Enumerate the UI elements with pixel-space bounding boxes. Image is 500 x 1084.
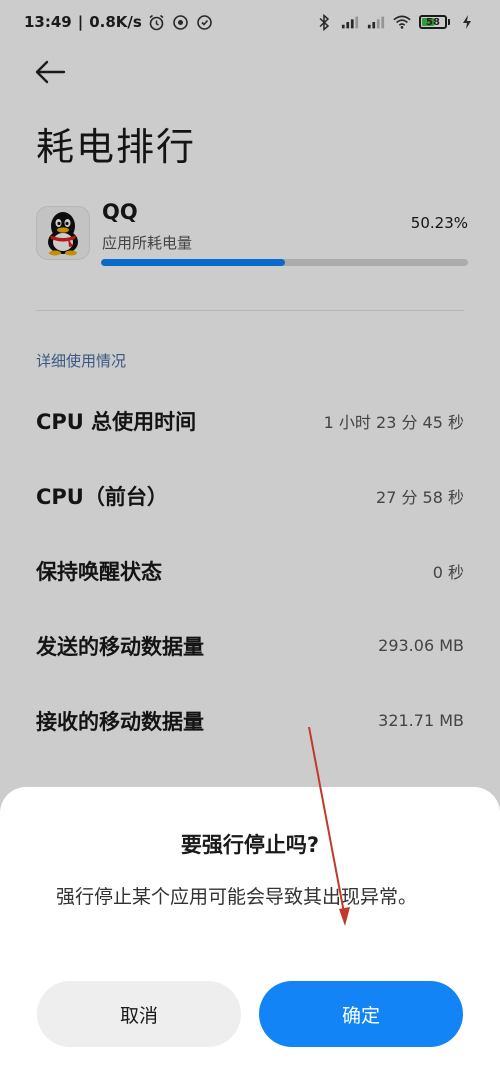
confirm-button[interactable]: 确定 — [259, 981, 463, 1047]
power-usage-screen: 13:49 | 0.8K/s 58 耗电排行 QQ 应用所耗电量 50.23% … — [0, 0, 500, 1084]
force-stop-dialog: 要强行停止吗? 强行停止某个应用可能会导致其出现异常。 取消 确定 — [0, 787, 500, 1084]
dialog-message: 强行停止某个应用可能会导致其出现异常。 — [56, 886, 418, 908]
dialog-title: 要强行停止吗? — [180, 833, 320, 857]
watermark-text: Bai经验 — [421, 1052, 486, 1072]
cancel-button[interactable]: 取消 — [37, 981, 241, 1047]
paw-icon — [398, 1050, 418, 1068]
watermark: Bai经验 — [397, 1047, 486, 1072]
battery-level: 58 — [426, 16, 440, 28]
